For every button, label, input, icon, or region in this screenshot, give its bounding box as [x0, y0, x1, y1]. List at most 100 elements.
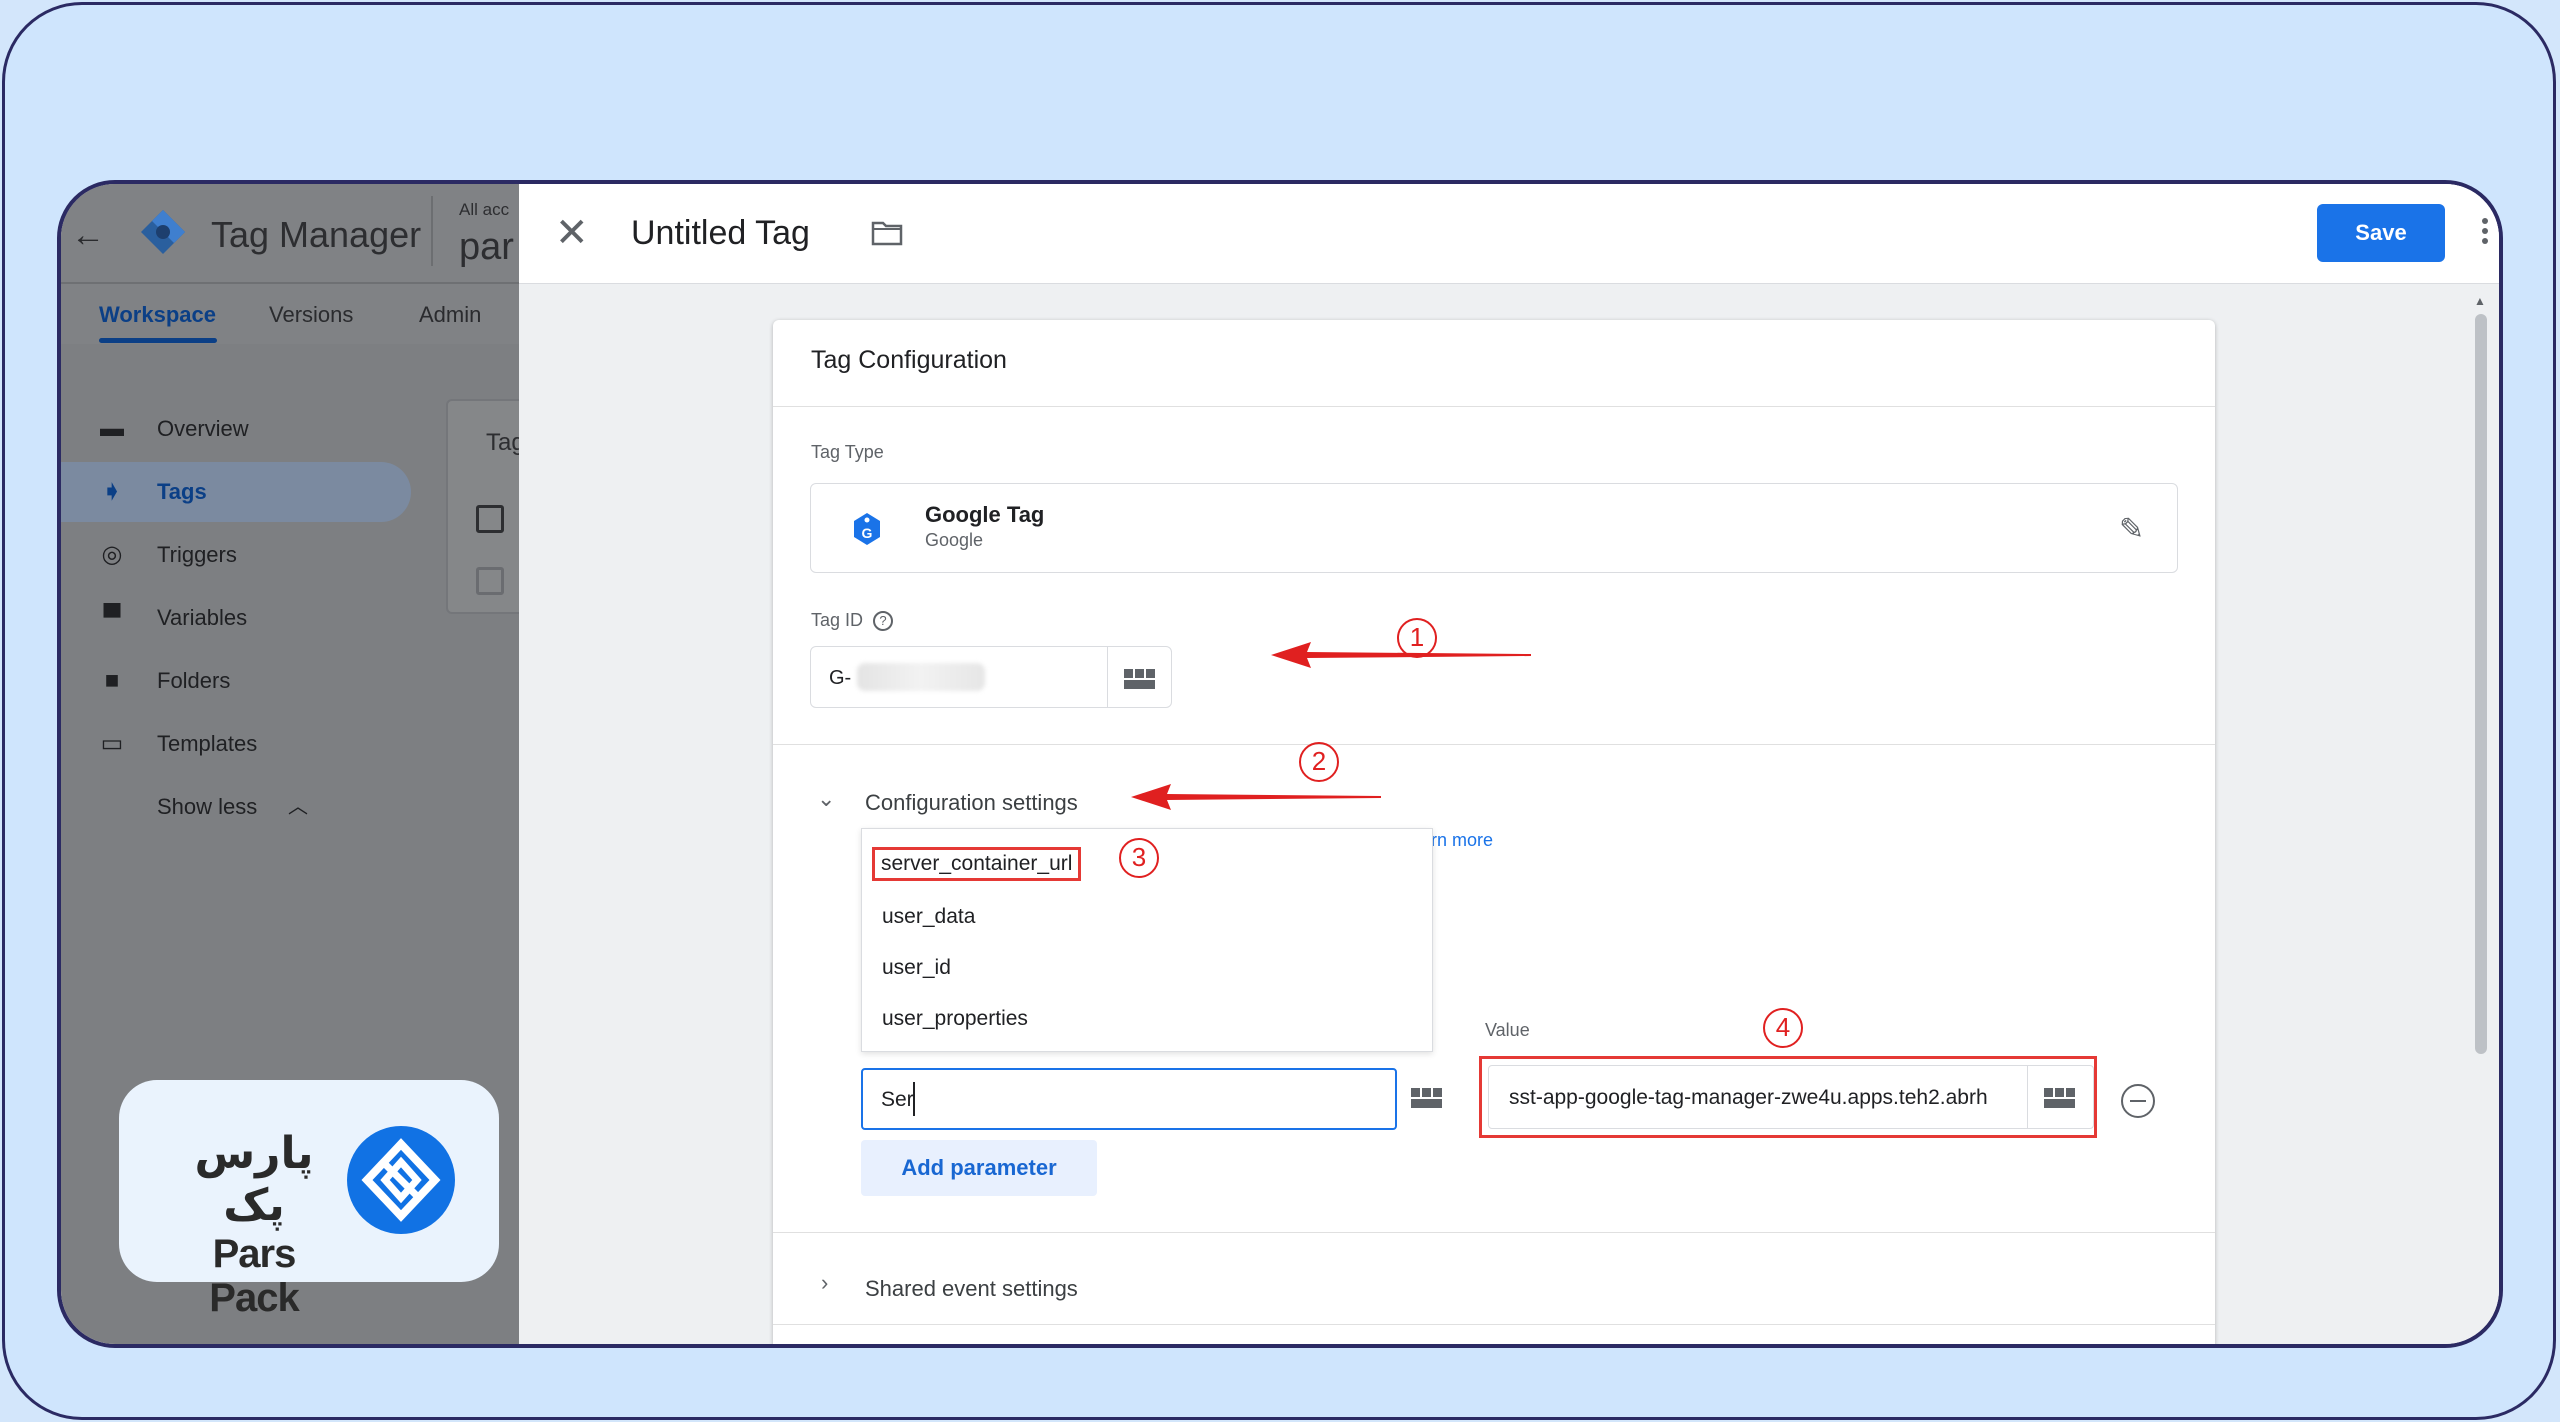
- remove-parameter-icon[interactable]: [2121, 1084, 2155, 1118]
- account-name[interactable]: par: [459, 226, 514, 269]
- shared-event-settings-toggle[interactable]: Shared event settings: [865, 1276, 1078, 1302]
- scrollbar-thumb[interactable]: [2475, 314, 2487, 1054]
- tab-workspace[interactable]: Workspace: [99, 302, 216, 328]
- configuration-settings-toggle[interactable]: Configuration settings: [865, 790, 1078, 816]
- more-options-icon[interactable]: [2479, 214, 2491, 254]
- select-all-checkbox[interactable]: [476, 505, 504, 533]
- editor-header: ✕ Untitled Tag Save: [519, 184, 2499, 284]
- tag-editor-panel: ✕ Untitled Tag Save ▲ ▼ Tag Configuratio…: [519, 184, 2499, 1344]
- parameter-variable-button[interactable]: [1397, 1068, 1461, 1130]
- template-icon: ▭: [100, 730, 124, 757]
- tags-list-card: Tag: [446, 399, 519, 614]
- account-label: All acc: [459, 200, 510, 219]
- row-checkbox[interactable]: [476, 567, 504, 595]
- tag-type-vendor: Google: [925, 530, 984, 550]
- learn-more-link[interactable]: rn more: [1431, 830, 1494, 851]
- workspace-tabs: Workspace Versions Admin: [61, 284, 519, 344]
- folder-icon: ■: [104, 667, 120, 694]
- sidebar-item-label: Folders: [157, 668, 231, 693]
- sidebar-item-triggers[interactable]: ◎ Triggers: [61, 525, 411, 585]
- value-variable-button[interactable]: [2027, 1066, 2093, 1128]
- tag-id-label: Tag ID?: [811, 610, 894, 632]
- help-icon[interactable]: ?: [873, 611, 894, 632]
- sidebar-item-variables[interactable]: ▀ Variables: [61, 588, 411, 648]
- scroll-up-arrow-icon[interactable]: ▲: [2474, 294, 2486, 308]
- active-tab-indicator: [99, 338, 217, 343]
- card-title: Tag Configuration: [811, 346, 1007, 374]
- sidebar-item-tags[interactable]: ➧ Tags: [61, 462, 411, 522]
- tag-id-label-text: Tag ID: [811, 610, 864, 630]
- sidebar-item-label: Overview: [157, 416, 249, 441]
- back-arrow-icon[interactable]: ←: [71, 216, 105, 255]
- tag-id-input[interactable]: G-: [810, 646, 1172, 708]
- divider: [773, 406, 2215, 407]
- tab-admin[interactable]: Admin: [419, 302, 481, 328]
- google-tag-icon: G: [854, 513, 880, 545]
- annotation-arrow-1: [1271, 642, 1531, 668]
- redacted-id-blur: [857, 663, 985, 691]
- dropdown-item-server-container-url[interactable]: server_container_url: [872, 847, 1082, 881]
- variable-bricks-icon: [2044, 1088, 2076, 1108]
- parameter-value-text: sst-app-google-tag-manager-zwe4u.apps.te…: [1509, 1086, 1988, 1109]
- overview-icon: ▬: [100, 415, 124, 442]
- variable-picker-button[interactable]: [1107, 647, 1171, 707]
- sidebar-item-folders[interactable]: ■ Folders: [61, 651, 411, 711]
- tag-icon: ➧: [101, 478, 123, 505]
- tag-type-label: Tag Type: [811, 442, 884, 462]
- sidebar-item-label: Tags: [157, 479, 207, 504]
- divider: [773, 1324, 2215, 1325]
- vertical-scrollbar[interactable]: ▲ ▼: [2469, 294, 2493, 1344]
- value-label: Value: [1485, 1020, 1530, 1040]
- tag-type-selector[interactable]: G Google Tag Google ✎: [810, 483, 2178, 573]
- chevron-right-icon[interactable]: ›: [821, 1270, 828, 1296]
- sidebar-item-label: Triggers: [157, 542, 237, 567]
- save-button[interactable]: Save: [2317, 204, 2445, 262]
- dropdown-item-user-properties[interactable]: user_properties: [882, 1007, 1028, 1031]
- parameter-name-input[interactable]: Ser: [861, 1068, 1397, 1130]
- tag-type-name: Google Tag: [925, 502, 1045, 527]
- parameter-name-value: Ser: [881, 1088, 914, 1111]
- variable-bricks-icon: [1124, 669, 1156, 689]
- app-title: Tag Manager: [211, 214, 422, 255]
- svg-text:G: G: [862, 525, 873, 541]
- annotation-marker-3: 3: [1119, 838, 1159, 878]
- sidebar-item-label: Show less: [157, 794, 258, 819]
- header-divider: [431, 196, 433, 266]
- value-highlight-box: sst-app-google-tag-manager-zwe4u.apps.te…: [1479, 1056, 2097, 1138]
- divider: [773, 744, 2215, 745]
- sidebar-show-less[interactable]: Show less ︿: [61, 777, 411, 837]
- brand-name-en: Pars Pack: [209, 1232, 299, 1320]
- tab-versions[interactable]: Versions: [269, 302, 353, 328]
- parspack-brand-badge: پارس پک Pars Pack: [119, 1080, 499, 1320]
- screenshot-frame: ← Tag Manager All acc par Workspace Vers…: [57, 180, 2503, 1348]
- tag-manager-logo-icon: [141, 210, 185, 254]
- sidebar-item-overview[interactable]: ▬ Overview: [61, 399, 411, 459]
- tag-id-value: G-: [829, 667, 852, 689]
- parspack-logo-icon: [347, 1126, 455, 1234]
- dropdown-item-user-data[interactable]: user_data: [882, 905, 975, 929]
- annotation-marker-4: 4: [1763, 1008, 1803, 1048]
- tag-name-title[interactable]: Untitled Tag: [631, 214, 810, 253]
- sidebar-item-templates[interactable]: ▭ Templates: [61, 714, 411, 774]
- annotation-marker-2: 2: [1299, 742, 1339, 782]
- divider: [773, 1232, 2215, 1233]
- tags-card-title: Tag: [486, 429, 519, 456]
- trigger-icon: ◎: [101, 541, 123, 568]
- edit-pencil-icon[interactable]: ✎: [2119, 512, 2144, 547]
- gtm-sidebar-dimmed: ← Tag Manager All acc par Workspace Vers…: [61, 184, 519, 1344]
- app-header: ← Tag Manager All acc par: [61, 184, 519, 284]
- scroll-down-arrow-icon[interactable]: ▼: [2474, 1332, 2486, 1344]
- text-caret: [913, 1082, 915, 1116]
- sidebar-item-label: Templates: [157, 731, 258, 756]
- chevron-down-icon[interactable]: ⌄: [817, 786, 835, 812]
- brand-name-fa: پارس پک: [194, 1128, 314, 1231]
- folder-icon[interactable]: [871, 220, 903, 246]
- add-parameter-button[interactable]: Add parameter: [861, 1140, 1097, 1196]
- variable-bricks-icon: [1411, 1088, 1443, 1108]
- dropdown-item-user-id[interactable]: user_id: [882, 956, 951, 980]
- tag-configuration-card: Tag Configuration Tag Type G Google Tag …: [773, 320, 2215, 1344]
- chevron-up-icon: ︿: [288, 796, 308, 818]
- parameter-value-input[interactable]: sst-app-google-tag-manager-zwe4u.apps.te…: [1488, 1065, 2094, 1129]
- close-icon[interactable]: ✕: [555, 210, 589, 256]
- brand-wordmark: پارس پک Pars Pack: [169, 1128, 339, 1320]
